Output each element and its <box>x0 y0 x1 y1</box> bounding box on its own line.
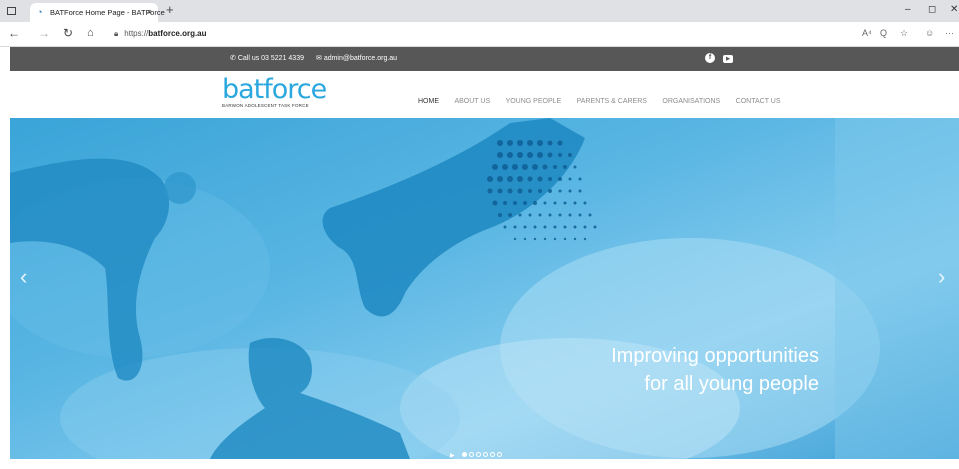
minimize-button[interactable]: – <box>905 4 911 15</box>
menu-item-home[interactable]: HOME <box>418 98 439 105</box>
hero-headline: Improving opportunities for all young pe… <box>611 342 819 398</box>
logo-wordmark: batforce <box>222 74 327 105</box>
back-arrow-icon[interactable]: ← <box>8 27 20 39</box>
favorites-icon[interactable]: ☆ <box>900 28 908 39</box>
phone-link[interactable]: ✆ Call us 03 5221 4339 <box>230 54 304 62</box>
url-host: batforce.org.au <box>148 29 207 38</box>
hero-slider: ‹ › Improving opportunities for all youn… <box>10 118 959 459</box>
tab-close-icon[interactable]: × <box>147 7 152 17</box>
slider-dot[interactable] <box>476 452 482 457</box>
hero-line-1: Improving opportunities <box>611 345 819 367</box>
slider-dot[interactable] <box>483 452 489 457</box>
menu-item-parents-carers[interactable]: PARENTS & CARERS <box>577 98 647 105</box>
site-contact-bar: ✆ Call us 03 5221 4339 ✉ admin@batforce.… <box>10 47 959 71</box>
zoom-icon[interactable]: Q <box>880 28 887 38</box>
mail-icon: ✉ <box>316 55 324 62</box>
more-menu-icon[interactable]: ··· <box>945 28 954 38</box>
refresh-icon[interactable]: ↻ <box>63 27 73 39</box>
phone-text: Call us 03 5221 4339 <box>237 55 304 62</box>
menu-item-young-people[interactable]: YOUNG PEOPLE <box>506 98 562 105</box>
new-tab-button[interactable]: + <box>166 3 174 17</box>
close-window-button[interactable]: ✕ <box>950 4 958 15</box>
hero-background-image <box>10 118 959 459</box>
site-logo[interactable]: batforce BARWON ADOLESCENT TASK FORCE <box>222 74 327 108</box>
slider-pagination: ▶ <box>450 444 504 459</box>
email-text: admin@batforce.org.au <box>323 55 398 62</box>
slider-prev-arrow-icon[interactable]: ‹ <box>20 266 27 288</box>
address-bar-row: ← → ↻ ⌂ 🔒︎ https://batforce.org.au A⁴ Q ☆… <box>0 22 959 47</box>
hero-line-2: for all young people <box>644 373 819 395</box>
address-input[interactable]: 🔒︎ https://batforce.org.au <box>114 29 207 39</box>
lock-icon: 🔒︎ <box>114 29 119 38</box>
page-bottom-strip <box>10 459 959 469</box>
menu-item-contact-us[interactable]: CONTACT US <box>736 98 781 105</box>
phone-icon: ✆ <box>230 55 238 62</box>
facebook-icon[interactable]: f <box>705 53 715 63</box>
main-menu: HOME ABOUT US YOUNG PEOPLE PARENTS & CAR… <box>418 90 792 108</box>
profile-icon[interactable]: ☺ <box>925 28 934 38</box>
favicon-icon: ◔ <box>37 7 43 17</box>
menu-item-organisations[interactable]: ORGANISATIONS <box>662 98 720 105</box>
site-header: batforce BARWON ADOLESCENT TASK FORCE HO… <box>10 71 959 118</box>
slider-dot[interactable] <box>469 452 475 457</box>
youtube-icon[interactable]: ▶ <box>723 55 733 63</box>
url-prefix: https:// <box>124 29 149 38</box>
email-link[interactable]: ✉ admin@batforce.org.au <box>316 54 397 62</box>
menu-item-about-us[interactable]: ABOUT US <box>454 98 490 105</box>
slider-dot[interactable] <box>462 452 468 457</box>
maximize-button[interactable]: ◻ <box>928 4 936 15</box>
forward-arrow-icon[interactable]: → <box>38 27 50 39</box>
tab-strip: ◔ BATForce Home Page - BATForce × + – ◻ … <box>0 0 959 22</box>
slider-next-arrow-icon[interactable]: › <box>938 266 945 288</box>
home-icon[interactable]: ⌂ <box>87 27 94 39</box>
browser-window: ◔ BATForce Home Page - BATForce × + – ◻ … <box>0 0 959 469</box>
slider-dot[interactable] <box>490 452 496 457</box>
slider-dot[interactable] <box>497 452 503 457</box>
browser-tab[interactable]: ◔ BATForce Home Page - BATForce × <box>30 3 165 22</box>
read-aloud-icon[interactable]: A⁴ <box>862 28 872 38</box>
window-menu-icon[interactable] <box>7 7 16 15</box>
